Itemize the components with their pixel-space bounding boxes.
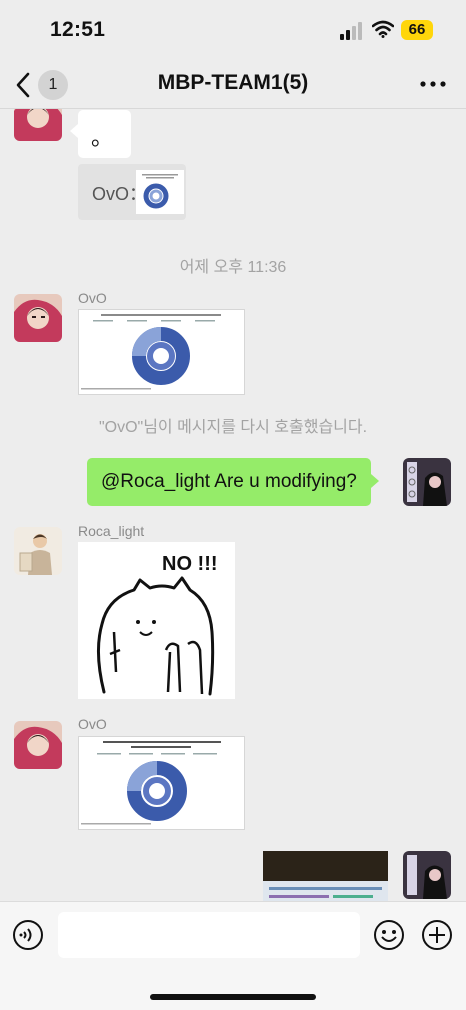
avatar-me[interactable] xyxy=(403,851,451,899)
sticker-image: NO !!! xyxy=(78,542,235,699)
message-bubble[interactable]: 。 xyxy=(70,110,131,158)
sender-name: Roca_light xyxy=(78,523,145,539)
message-input[interactable] xyxy=(58,912,360,958)
chart-image-message[interactable] xyxy=(78,736,245,830)
sticker-message[interactable]: NO !!! xyxy=(78,542,235,699)
chat-header: 1 MBP-TEAM1(5) xyxy=(0,62,466,109)
status-time: 12:51 xyxy=(50,18,106,41)
avatar-ovo[interactable] xyxy=(14,721,62,769)
plus-icon[interactable] xyxy=(421,919,453,951)
avatar-me[interactable] xyxy=(403,458,451,506)
chart-image xyxy=(79,310,244,394)
my-message-bubble[interactable]: @Roca_light Are u modifying? xyxy=(87,458,379,506)
voice-icon[interactable] xyxy=(12,919,44,951)
home-indicator xyxy=(150,994,316,1000)
more-icon[interactable] xyxy=(418,72,448,96)
input-bar xyxy=(0,901,466,1010)
signal-icon xyxy=(340,22,362,40)
chat-title: MBP-TEAM1(5) xyxy=(157,71,309,94)
screenshot-image xyxy=(263,851,388,901)
message-text: 。 xyxy=(91,125,114,150)
avatar-roca[interactable] xyxy=(14,527,62,575)
sender-name: OvO xyxy=(78,716,107,732)
screenshot-image-message[interactable] xyxy=(263,851,388,901)
wifi-icon xyxy=(372,20,394,38)
avatar-ovo[interactable] xyxy=(14,109,62,141)
sender-name: OvO xyxy=(78,290,107,306)
my-message-text: @Roca_light Are u modifying? xyxy=(101,471,357,492)
emoji-icon[interactable] xyxy=(373,919,405,951)
sticker-text: NO !!! xyxy=(162,553,218,575)
timestamp: 어제 오후 11:36 xyxy=(179,259,287,276)
chart-image xyxy=(79,737,244,829)
quote-chart-thumbnail xyxy=(136,170,184,214)
recall-notice: "OvO"님이 메시지를 다시 호출했습니다. xyxy=(98,419,368,436)
quoted-message[interactable]: OvO： xyxy=(78,164,186,220)
chart-image-message[interactable] xyxy=(78,309,245,395)
avatar-ovo[interactable] xyxy=(14,294,62,342)
chat-area[interactable]: 。 OvO： 어제 오후 11:36 OvO "OvO"님이 메시지를 다시 호… xyxy=(0,109,466,901)
status-bar: 12:51 66 xyxy=(0,0,466,62)
battery-icon: 66 xyxy=(401,20,433,40)
